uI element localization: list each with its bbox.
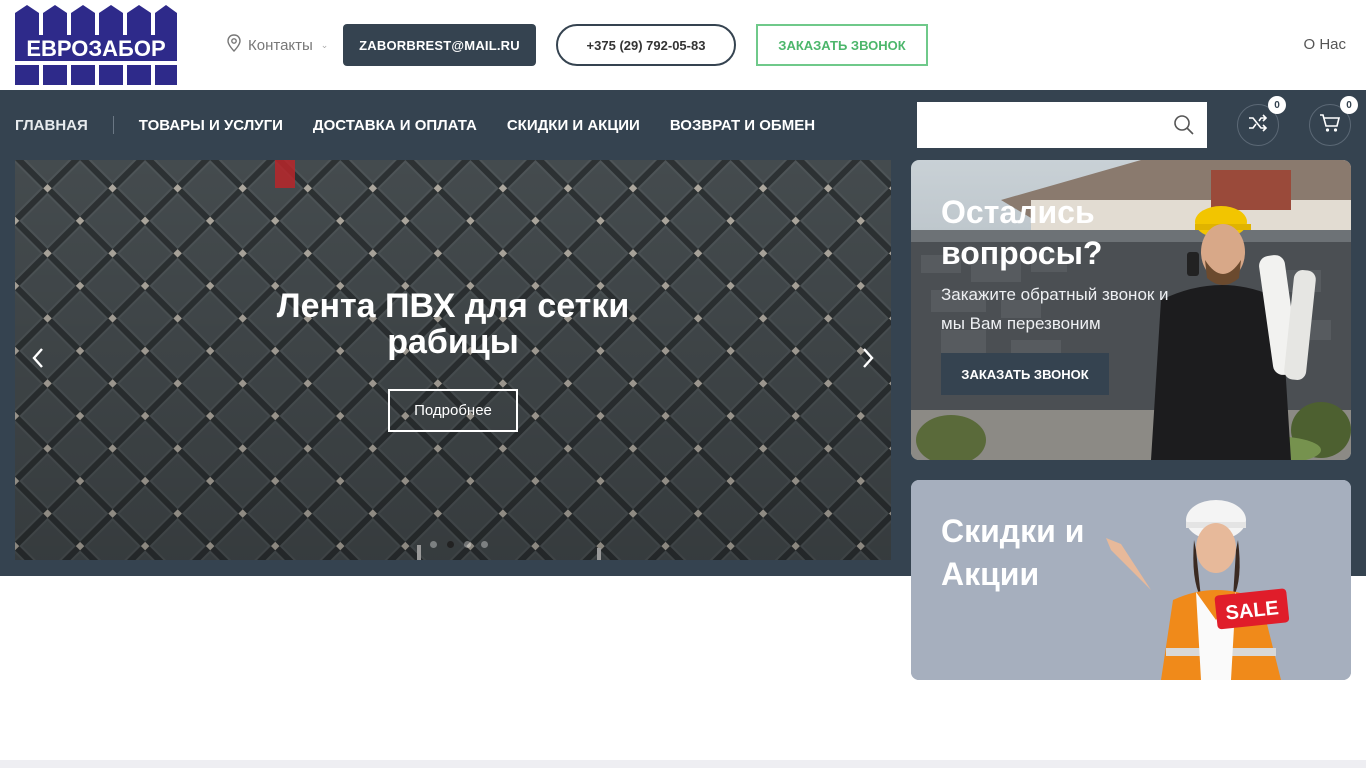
nav-item-home[interactable]: ГЛАВНАЯ [15,117,88,134]
contacts-dropdown[interactable]: Контакты ⌄ [226,34,328,56]
site-logo[interactable]: ЕВРОЗАБОР [15,5,177,85]
chevron-down-icon: ⌄ [320,39,329,50]
slide-title-line2: рабицы [387,323,519,361]
cart-count-badge: 0 [1340,96,1358,114]
nav-item-delivery[interactable]: ДОСТАВКА И ОПЛАТА [313,117,477,134]
slider-dot[interactable] [430,541,437,548]
sales-banner-title: Скидки и Акции [941,513,1085,592]
nav-item-products[interactable]: ТОВАРЫ И УСЛУГИ [139,117,283,134]
search-icon[interactable] [1173,114,1195,136]
main-nav: ГЛАВНАЯ ТОВАРЫ И УСЛУГИ ДОСТАВКА И ОПЛАТ… [15,116,815,134]
callback-banner-button[interactable]: ЗАКАЗАТЬ ЗВОНОК [941,353,1109,395]
email-button[interactable]: ZABORBREST@MAIL.RU [343,24,536,66]
nav-item-discounts[interactable]: СКИДКИ И АКЦИИ [507,117,640,134]
slide-title-line1: Лента ПВХ для сетки [276,287,630,325]
slider-prev-arrow[interactable] [28,346,48,374]
slider-dot[interactable] [481,541,488,548]
callback-banner-title: Остались вопросы? [941,194,1103,271]
order-call-button[interactable]: ЗАКАЗАТЬ ЗВОНОК [756,24,928,66]
shuffle-icon [1248,113,1268,137]
cart-icon [1319,113,1341,138]
logo-text: ЕВРОЗАБОР [26,36,165,61]
compare-count-badge: 0 [1268,96,1286,114]
about-link[interactable]: О Нас [1303,36,1346,53]
nav-item-returns[interactable]: ВОЗВРАТ И ОБМЕН [670,117,815,134]
slider-dot[interactable] [464,541,471,548]
nav-divider [112,116,114,134]
location-pin-icon [226,34,242,56]
contacts-label: Контакты [248,36,313,54]
slider-dot-active[interactable] [447,541,454,548]
slider-dots [430,541,488,548]
search-input[interactable] [917,102,1167,148]
cart-button[interactable]: 0 [1309,96,1358,146]
compare-button[interactable]: 0 [1237,96,1286,146]
phone-button[interactable]: +375 (29) 792-05-83 [556,24,736,66]
slide-title: Лента ПВХ для сетки рабицы [15,288,891,360]
search-box [917,102,1207,148]
slide-more-button[interactable]: Подробнее [388,389,518,432]
footer-edge [0,760,1366,768]
slider-next-arrow[interactable] [858,346,878,374]
callback-banner-text: Закажите обратный звонок и мы Вам перезв… [941,285,1169,333]
